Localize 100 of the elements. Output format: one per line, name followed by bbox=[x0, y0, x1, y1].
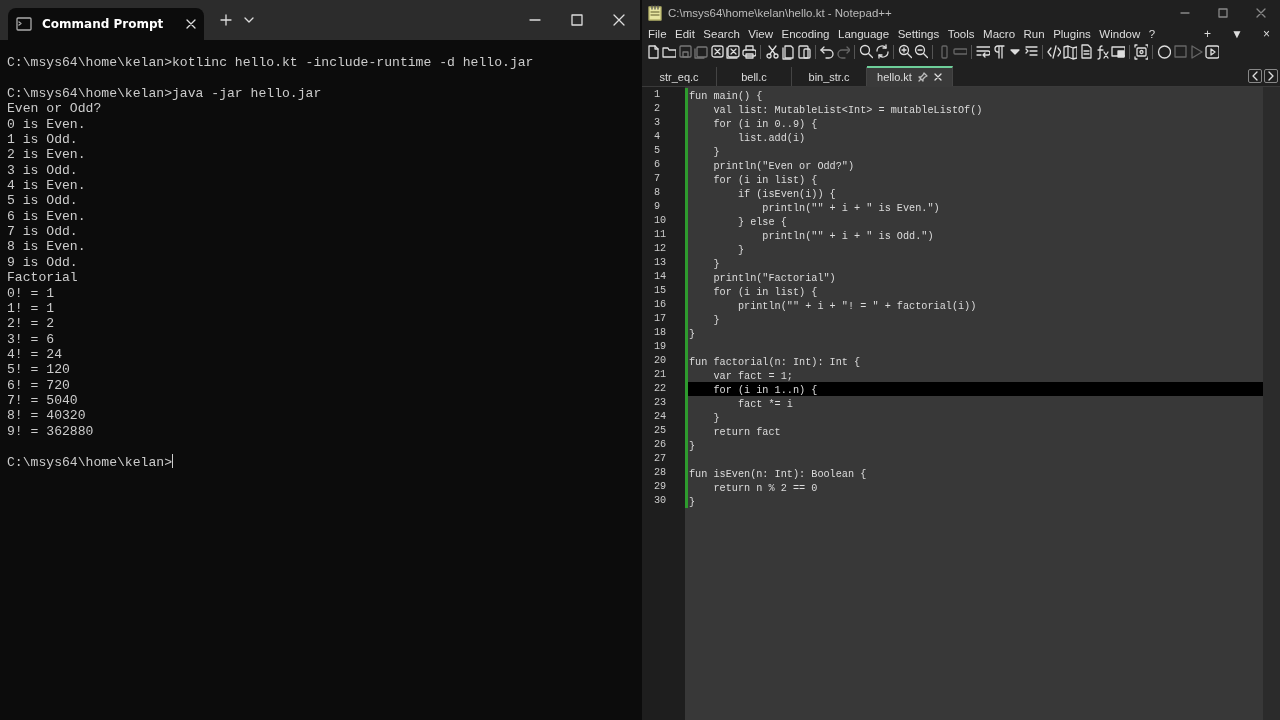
line-number: 28 bbox=[654, 467, 667, 478]
terminal-line: C:\msys64\home\kelan>java -jar hello.jar bbox=[7, 86, 322, 102]
line-number: 8 bbox=[654, 187, 661, 198]
terminal-line: 4! = 24 bbox=[7, 346, 62, 363]
window-title: C:\msys64\home\kelan\hello.kt - Notepad++ bbox=[668, 7, 893, 19]
map-icon[interactable] bbox=[1063, 44, 1077, 60]
terminal-line: 1 is Odd. bbox=[7, 132, 78, 148]
line-number: 11 bbox=[654, 229, 667, 240]
text-cursor bbox=[172, 454, 173, 469]
file-tab[interactable]: str_eq.c bbox=[642, 67, 717, 86]
terminal-line: 9! = 362880 bbox=[7, 423, 94, 439]
code-line: } else { bbox=[736, 217, 787, 228]
terminal-tab[interactable]: Command Prompt bbox=[8, 8, 204, 40]
menu-item[interactable]: Macro bbox=[983, 28, 1016, 40]
new-tab-button[interactable]: + bbox=[1204, 27, 1212, 41]
terminal-line: 7! = 5040 bbox=[7, 392, 78, 409]
line-number: 14 bbox=[654, 271, 667, 282]
menu-item[interactable]: File bbox=[648, 28, 667, 40]
printer-icon[interactable] bbox=[742, 44, 756, 60]
line-number: 4 bbox=[654, 131, 661, 142]
line-number: 22 bbox=[654, 383, 667, 394]
code-line: for (i in list) { bbox=[712, 175, 818, 186]
code-line: return n % 2 == 0 bbox=[712, 483, 818, 494]
line-number: 3 bbox=[654, 117, 661, 128]
line-number: 7 bbox=[654, 173, 661, 184]
file-tab[interactable]: hello.kt bbox=[867, 66, 953, 86]
record-icon[interactable] bbox=[1157, 44, 1171, 60]
maximize-icon[interactable] bbox=[1218, 8, 1228, 18]
tab-list-button[interactable]: ▼ bbox=[1231, 27, 1243, 41]
zoom-out-icon[interactable] bbox=[914, 44, 928, 60]
notepad-icon[interactable] bbox=[648, 5, 662, 21]
line-number: 25 bbox=[654, 425, 667, 436]
menu-item[interactable]: Plugins bbox=[1053, 28, 1091, 40]
code-line: } bbox=[736, 245, 745, 256]
replace-icon[interactable] bbox=[875, 44, 889, 60]
menu-item[interactable]: Run bbox=[1023, 28, 1045, 40]
code-line: list.add(i) bbox=[736, 133, 806, 144]
folder-icon[interactable] bbox=[662, 44, 676, 60]
close-all-icon[interactable] bbox=[726, 44, 740, 60]
pin-icon[interactable] bbox=[917, 72, 928, 82]
line-number: 10 bbox=[654, 215, 667, 226]
terminal-line: 0 is Even. bbox=[7, 116, 86, 133]
menu-item[interactable]: Search bbox=[703, 28, 740, 40]
save-icon[interactable] bbox=[678, 44, 692, 60]
line-number: 12 bbox=[654, 243, 667, 254]
monitor-icon[interactable] bbox=[1134, 44, 1148, 60]
line-number: 6 bbox=[654, 159, 661, 170]
terminal-line: Even or Odd? bbox=[7, 101, 102, 117]
menu-item[interactable]: Settings bbox=[897, 28, 940, 40]
menu-item[interactable]: Language bbox=[838, 28, 890, 40]
undo-icon[interactable] bbox=[820, 44, 834, 60]
menu-item[interactable]: Tools bbox=[947, 28, 975, 40]
line-number: 21 bbox=[654, 369, 667, 380]
menu-item[interactable]: Encoding bbox=[781, 28, 830, 40]
menu-item[interactable]: ? bbox=[1148, 28, 1156, 40]
code-line: } bbox=[712, 315, 720, 326]
code-line: println("" + i + " is Even.") bbox=[761, 203, 940, 214]
line-number: 27 bbox=[654, 453, 667, 464]
scissors-icon[interactable] bbox=[765, 44, 779, 60]
close-file-icon[interactable] bbox=[710, 44, 724, 60]
terminal-line: 4 is Even. bbox=[7, 178, 86, 194]
search-icon[interactable] bbox=[859, 44, 873, 60]
code-line: } bbox=[689, 329, 696, 340]
line-number: 9 bbox=[654, 201, 661, 212]
chevron-right-icon[interactable] bbox=[1264, 69, 1278, 83]
vertical-scrollbar[interactable] bbox=[1263, 87, 1280, 720]
menu-item[interactable]: Window bbox=[1099, 28, 1141, 40]
line-number: 30 bbox=[654, 495, 667, 506]
document-icon[interactable] bbox=[1079, 44, 1093, 60]
file-tab[interactable]: bell.c bbox=[717, 67, 792, 86]
paste-icon[interactable] bbox=[797, 44, 811, 60]
code-line: fun factorial(n: Int): Int { bbox=[689, 357, 861, 368]
function-icon[interactable] bbox=[1095, 44, 1109, 60]
line-number: 16 bbox=[654, 299, 667, 310]
play-macro-icon[interactable] bbox=[1205, 44, 1219, 60]
plus-icon[interactable] bbox=[220, 14, 232, 26]
code-icon[interactable] bbox=[1047, 44, 1061, 60]
chevron-down-icon[interactable] bbox=[244, 16, 254, 24]
pilcrow-icon[interactable] bbox=[992, 44, 1006, 60]
line-number: 29 bbox=[654, 481, 667, 492]
menu-item[interactable]: View bbox=[748, 28, 773, 40]
code-line: } bbox=[712, 147, 720, 158]
terminal-icon[interactable] bbox=[16, 17, 32, 31]
line-number: 19 bbox=[654, 341, 667, 352]
word-wrap-icon[interactable] bbox=[976, 44, 990, 60]
terminal-line: 8! = 40320 bbox=[7, 408, 86, 424]
terminal-line: 5 is Odd. bbox=[7, 193, 78, 209]
code-line: val list: MutableList<Int> = mutableListOf() bbox=[712, 105, 983, 116]
zoom-in-icon[interactable] bbox=[898, 44, 912, 60]
menu-item[interactable]: Edit bbox=[675, 28, 695, 40]
code-line: for (i in list) { bbox=[712, 287, 818, 298]
code-line: } bbox=[689, 497, 696, 508]
chevron-left-icon[interactable] bbox=[1248, 69, 1262, 83]
save-all-icon[interactable] bbox=[694, 44, 708, 60]
copy-icon[interactable] bbox=[781, 44, 795, 60]
terminal-line: 9 is Odd. bbox=[7, 254, 78, 271]
new-file-icon[interactable] bbox=[646, 44, 660, 60]
folder-workspace-icon[interactable] bbox=[1111, 44, 1125, 60]
line-number: 1 bbox=[654, 89, 661, 100]
close-tab-button[interactable]: × bbox=[1263, 27, 1270, 41]
